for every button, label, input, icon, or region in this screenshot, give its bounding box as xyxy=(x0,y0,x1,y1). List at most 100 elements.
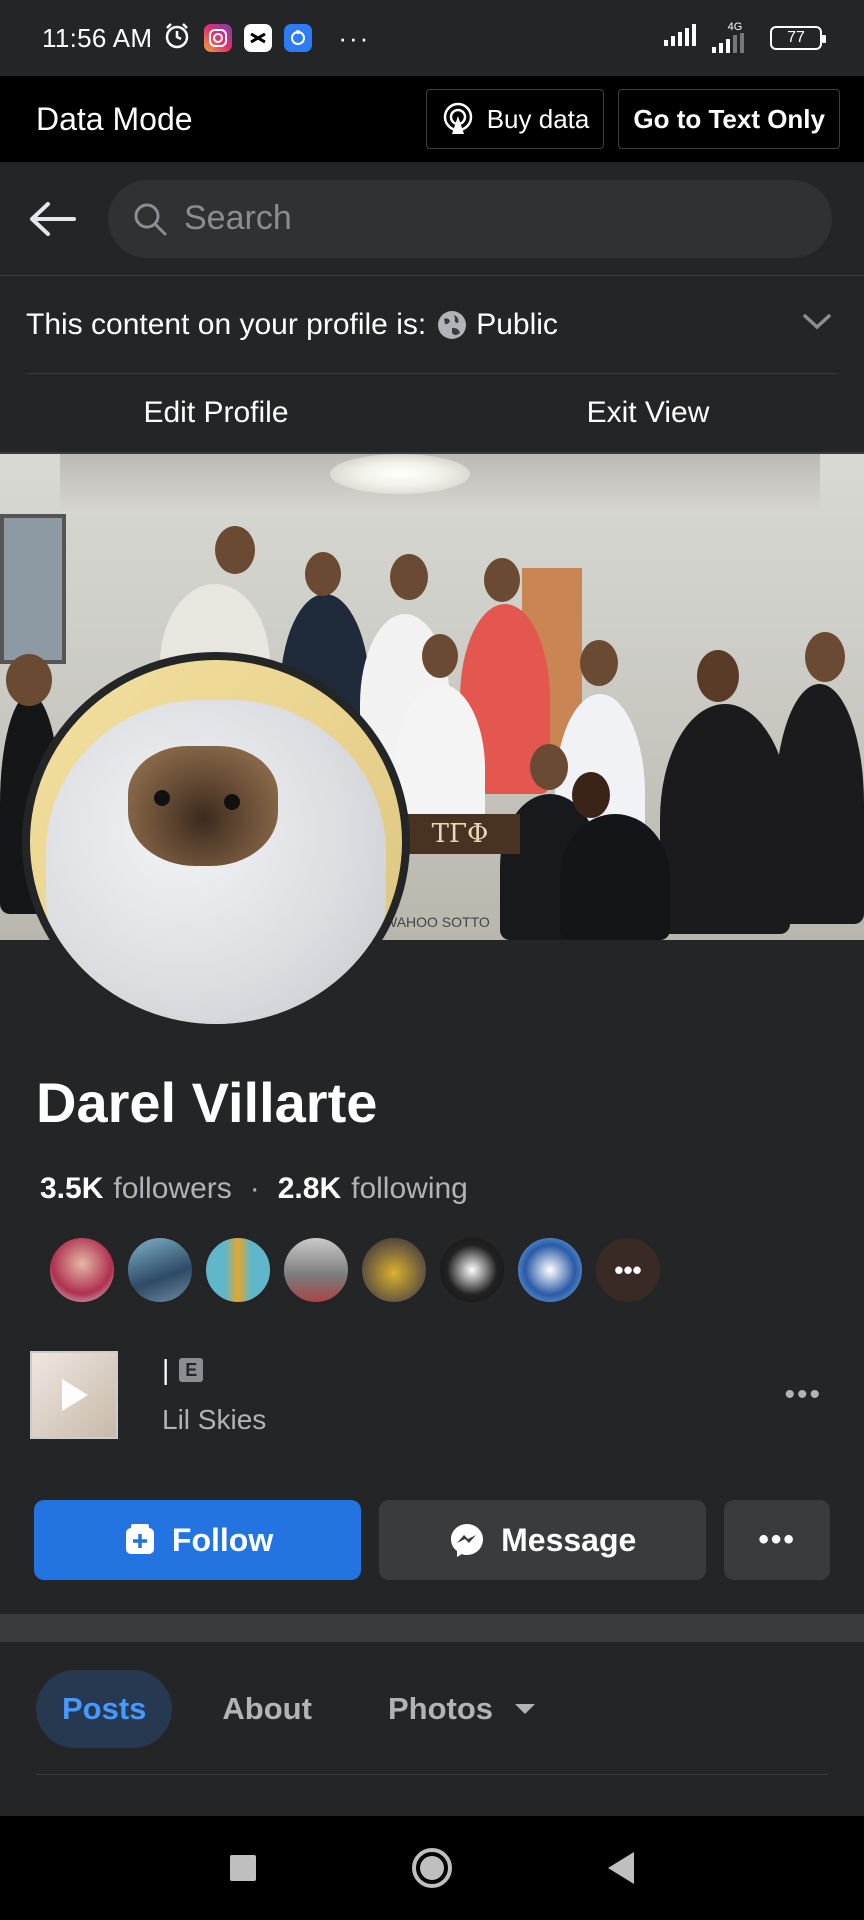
friend-avatar[interactable] xyxy=(48,1236,116,1304)
chevron-down-icon[interactable] xyxy=(802,312,832,337)
visibility-value: Public xyxy=(436,308,558,342)
tabs-divider xyxy=(36,1774,828,1775)
tab-posts[interactable]: Posts xyxy=(36,1670,173,1748)
broadcast-icon xyxy=(441,102,475,136)
tab-photos-label: Photos xyxy=(387,1691,494,1726)
visibility-label: This content on your profile is: xyxy=(26,307,427,341)
profile-tabs: Posts About Photos xyxy=(36,1670,561,1748)
capcut-icon xyxy=(244,24,273,52)
status-bar: 11:56 AM ··· 4G 77 xyxy=(0,0,864,76)
buy-data-button[interactable]: Buy data xyxy=(425,89,605,149)
data-mode-bar: Data Mode Buy data Go to Text Only xyxy=(0,76,864,162)
search-placeholder: Search xyxy=(184,199,292,237)
tab-photos[interactable]: Photos xyxy=(362,1670,561,1748)
following-count[interactable]: 2.8K xyxy=(278,1172,341,1206)
edit-profile-button[interactable]: Edit Profile xyxy=(0,396,432,430)
status-notification-icons: ··· xyxy=(162,21,370,56)
profile-picture-frame xyxy=(22,652,410,1032)
cover-head xyxy=(215,526,255,574)
buy-data-label: Buy data xyxy=(486,103,590,134)
more-friends-button[interactable]: ••• xyxy=(594,1236,662,1304)
profile-action-buttons: Follow Message ••• xyxy=(34,1500,830,1580)
profile-view-actions: Edit Profile Exit View xyxy=(0,374,864,454)
friends-avatars: ••• xyxy=(48,1236,662,1304)
caret-down-icon xyxy=(515,1704,536,1714)
sync-app-icon xyxy=(284,24,313,52)
song-title-row: | E xyxy=(162,1354,266,1386)
text-only-button[interactable]: Go to Text Only xyxy=(618,89,840,149)
back-nav-icon[interactable] xyxy=(608,1852,634,1884)
message-button[interactable]: Message xyxy=(379,1500,707,1580)
following-label[interactable]: following xyxy=(351,1172,468,1206)
cover-window xyxy=(0,514,66,664)
cover-head xyxy=(580,640,618,686)
exit-view-button[interactable]: Exit View xyxy=(432,396,864,430)
explicit-badge: E xyxy=(179,1358,204,1382)
cover-head xyxy=(697,650,739,702)
followers-count[interactable]: 3.5K xyxy=(40,1172,103,1206)
cover-person xyxy=(775,684,864,924)
follow-label: Follow xyxy=(171,1521,274,1558)
cover-caption: WAHOO SOTTO xyxy=(384,914,490,930)
stats-separator: · xyxy=(249,1172,260,1205)
section-separator xyxy=(0,1614,864,1642)
friend-avatar[interactable] xyxy=(360,1236,428,1304)
cover-sign: TΓΦ xyxy=(400,814,520,854)
cover-person xyxy=(560,814,670,940)
friend-avatar[interactable] xyxy=(438,1236,506,1304)
follow-button[interactable]: Follow xyxy=(34,1500,362,1580)
song-artist: Lil Skies xyxy=(162,1404,267,1435)
messenger-icon xyxy=(449,1522,485,1558)
friend-avatar[interactable] xyxy=(204,1236,272,1304)
pug-eye xyxy=(154,790,170,806)
play-icon xyxy=(62,1379,88,1411)
cover-head xyxy=(390,554,428,600)
cover-head xyxy=(572,772,610,818)
status-time: 11:56 AM xyxy=(42,22,153,53)
visibility-public-label: Public xyxy=(476,307,558,341)
signal-4g-icon: 4G xyxy=(710,20,760,55)
more-options-button[interactable]: ••• xyxy=(724,1500,830,1580)
cover-head xyxy=(530,744,568,790)
message-label: Message xyxy=(501,1521,637,1558)
system-navigation-bar xyxy=(0,1816,864,1920)
network-type-label: 4G xyxy=(727,20,743,33)
cover-head xyxy=(805,632,845,682)
cover-light xyxy=(330,454,470,494)
album-art[interactable] xyxy=(30,1351,118,1439)
cover-head xyxy=(305,552,341,596)
alarm-icon xyxy=(162,21,192,56)
globe-icon xyxy=(436,309,468,341)
song-title: | xyxy=(162,1354,170,1385)
search-icon xyxy=(132,201,168,237)
profile-picture[interactable] xyxy=(30,660,402,1024)
recents-icon[interactable] xyxy=(230,1855,256,1881)
instagram-icon xyxy=(204,24,233,52)
cover-head xyxy=(484,558,520,602)
status-system-icons: 4G 77 xyxy=(662,20,826,55)
battery-icon: 77 xyxy=(770,26,826,50)
data-mode-buttons: Buy data Go to Text Only xyxy=(425,89,840,149)
profile-visibility-row[interactable]: This content on your profile is: Public xyxy=(26,276,838,374)
data-mode-title: Data Mode xyxy=(36,100,193,137)
cover-head xyxy=(6,654,52,706)
profile-name: Darel Villarte xyxy=(36,1071,378,1134)
more-notifications-icon: ··· xyxy=(338,22,371,53)
music-more-button[interactable]: ••• xyxy=(784,1378,822,1412)
profile-music[interactable]: | E Lil Skies ••• xyxy=(30,1350,840,1440)
search-input[interactable]: Search xyxy=(108,179,832,258)
back-button[interactable] xyxy=(22,189,82,249)
profile-picture-pug xyxy=(128,746,278,866)
song-info: | E Lil Skies xyxy=(162,1354,266,1436)
cover-person xyxy=(660,704,790,934)
home-icon[interactable] xyxy=(412,1848,452,1888)
friend-avatar[interactable] xyxy=(282,1236,350,1304)
friend-avatar[interactable] xyxy=(126,1236,194,1304)
signal-icon xyxy=(662,23,700,53)
profile-stats: 3.5K followers · 2.8K following xyxy=(40,1172,468,1206)
tab-about[interactable]: About xyxy=(196,1670,338,1748)
text-only-label: Go to Text Only xyxy=(633,103,825,134)
back-arrow-icon xyxy=(30,201,76,236)
followers-label[interactable]: followers xyxy=(113,1172,231,1206)
friend-avatar[interactable] xyxy=(516,1236,584,1304)
